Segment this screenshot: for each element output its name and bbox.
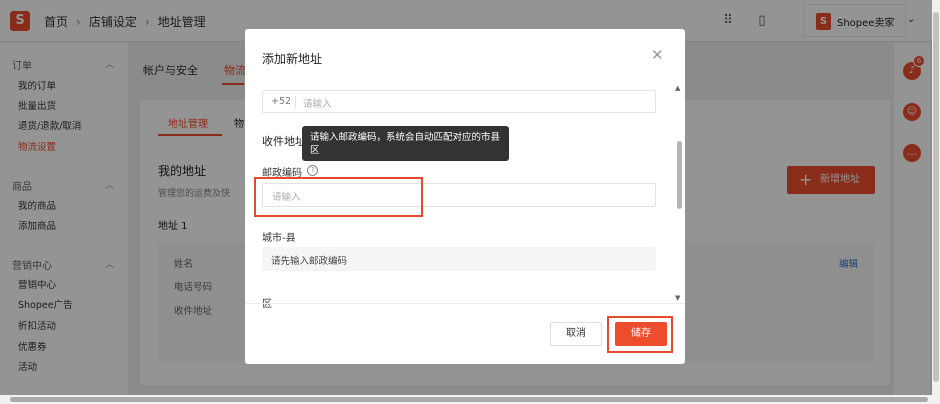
window-vertical-scrollbar[interactable] <box>932 0 940 395</box>
highlight-box-save <box>607 316 673 353</box>
scrollbar-thumb[interactable] <box>10 397 928 402</box>
city-county-label: 城市-县 <box>262 233 296 244</box>
scrollbar-thumb[interactable] <box>933 12 939 382</box>
scroll-down-arrow-icon[interactable]: ▼ <box>675 294 680 302</box>
phone-placeholder: 请输入 <box>303 99 332 110</box>
section-title-address: 收件地址 <box>262 135 306 148</box>
modal-title: 添加新地址 <box>262 52 323 66</box>
city-county-placeholder: 请先输入邮政编码 <box>271 256 348 267</box>
close-icon[interactable]: ✕ <box>651 46 664 64</box>
phone-input[interactable]: +52 请输入 <box>262 90 656 113</box>
divider <box>295 96 296 108</box>
cancel-button[interactable]: 取消 <box>550 322 602 346</box>
modal-scrollbar-thumb[interactable] <box>677 141 682 209</box>
add-address-modal: 添加新地址 ✕ +52 请输入 收件地址 请输入邮政编码，系统会自动匹配对应的市… <box>245 29 685 364</box>
help-icon[interactable]: ? <box>307 165 318 176</box>
modal-footer-divider <box>245 303 685 304</box>
highlight-box-postal <box>254 177 423 217</box>
scroll-up-arrow-icon[interactable]: ▲ <box>675 84 680 92</box>
postal-code-tooltip: 请输入邮政编码，系统会自动匹配对应的市县区 <box>302 126 509 161</box>
city-county-field: 请先输入邮政编码 <box>262 247 656 271</box>
phone-prefix: +52 <box>271 96 292 107</box>
window-horizontal-scrollbar[interactable] <box>0 395 940 404</box>
